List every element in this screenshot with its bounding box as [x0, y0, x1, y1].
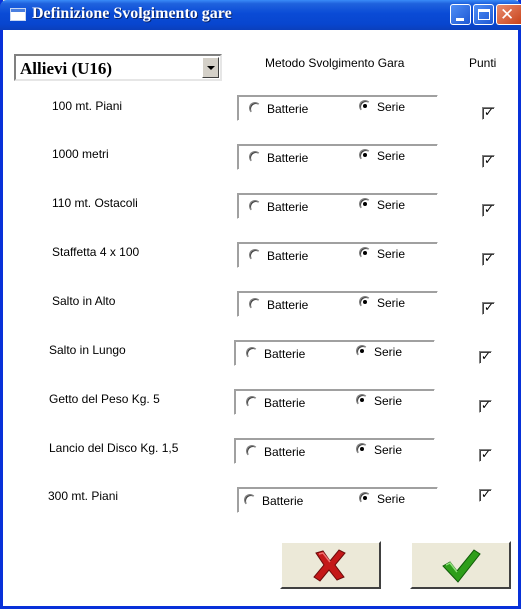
radio-label: Batterie	[267, 151, 309, 165]
radio-circle	[359, 100, 371, 112]
radio-circle	[356, 443, 368, 455]
close-button[interactable]: ✕	[496, 4, 521, 25]
method-radio-group: Batterie Serie	[234, 389, 435, 415]
race-label: 300 mt. Piani	[48, 489, 119, 503]
points-column-header: Punti	[469, 56, 497, 70]
radio-circle	[249, 151, 261, 163]
radio-circle	[249, 102, 261, 114]
radio-label: Serie	[377, 296, 406, 310]
cancel-button[interactable]	[280, 541, 381, 589]
radio-circle	[249, 298, 261, 310]
punti-checkbox[interactable]: ✓	[479, 398, 492, 413]
check-icon: ✓	[481, 447, 492, 461]
close-icon: ✕	[500, 5, 515, 25]
check-icon: ✓	[481, 398, 492, 412]
race-label: Getto del Peso Kg. 5	[49, 392, 160, 406]
punti-checkbox[interactable]: ✓	[482, 300, 495, 315]
check-icon: ✓	[484, 153, 495, 167]
check-icon: ✓	[481, 487, 492, 501]
punti-checkbox[interactable]: ✓	[482, 153, 495, 168]
minimize-button[interactable]	[450, 4, 471, 25]
check-icon: ✓	[481, 349, 492, 363]
radio-circle	[356, 394, 368, 406]
punti-checkbox[interactable]: ✓	[479, 447, 492, 462]
title-bar[interactable]: Definizione Svolgimento gare ✕	[0, 0, 521, 30]
ok-button[interactable]	[410, 541, 511, 589]
radio-circle	[359, 198, 371, 210]
window-icon	[10, 8, 26, 21]
radio-label: Serie	[377, 247, 406, 261]
radio-label: Serie	[377, 198, 406, 212]
category-select[interactable]: Allievi (U16)	[14, 54, 222, 81]
race-label: Staffetta 4 x 100	[52, 245, 140, 259]
radio-circle	[244, 494, 256, 506]
radio-circle	[359, 296, 371, 308]
radio-label: Batterie	[264, 396, 306, 410]
punti-checkbox[interactable]: ✓	[482, 202, 495, 217]
window-title: Definizione Svolgimento gare	[32, 5, 232, 22]
green-check-icon	[442, 549, 481, 583]
method-radio-group: Batterie Serie	[237, 487, 438, 513]
check-icon: ✓	[484, 251, 495, 265]
method-radio-group: Batterie Serie	[237, 193, 438, 219]
maximize-icon	[478, 9, 490, 20]
radio-circle	[246, 445, 258, 457]
race-label: 110 mt. Ostacoli	[52, 196, 138, 210]
radio-label: Serie	[374, 345, 403, 359]
method-radio-group: Batterie Serie	[237, 95, 438, 121]
radio-circle	[359, 492, 371, 504]
radio-label: Serie	[374, 394, 403, 408]
check-icon: ✓	[484, 202, 495, 216]
dropdown-button[interactable]	[202, 57, 219, 78]
radio-circle	[359, 149, 371, 161]
red-x-icon	[313, 549, 346, 582]
radio-circle	[249, 200, 261, 212]
punti-checkbox[interactable]: ✓	[479, 487, 492, 502]
radio-label: Batterie	[264, 347, 306, 361]
method-column-header: Metodo Svolgimento Gara	[265, 56, 405, 70]
radio-label: Serie	[377, 100, 406, 114]
radio-label: Batterie	[267, 102, 309, 116]
method-radio-group: Batterie Serie	[237, 144, 438, 170]
punti-checkbox[interactable]: ✓	[479, 349, 492, 364]
radio-label: Serie	[377, 149, 406, 163]
radio-circle	[356, 345, 368, 357]
radio-label: Batterie	[267, 249, 309, 263]
radio-circle	[246, 396, 258, 408]
radio-circle	[246, 347, 258, 359]
category-select-value: Allievi (U16)	[20, 59, 113, 78]
radio-label: Batterie	[264, 445, 306, 459]
check-icon: ✓	[484, 300, 495, 314]
radio-label: Batterie	[262, 494, 304, 508]
race-label: Lancio del Disco Kg. 1,5	[49, 441, 179, 455]
radio-circle	[359, 247, 371, 259]
method-radio-group: Batterie Serie	[234, 438, 435, 464]
race-label: 1000 metri	[52, 147, 109, 161]
chevron-down-icon	[207, 66, 215, 70]
check-icon: ✓	[484, 105, 495, 119]
radio-circle	[249, 249, 261, 261]
race-label: Salto in Alto	[52, 294, 116, 308]
radio-label: Batterie	[267, 200, 309, 214]
punti-checkbox[interactable]: ✓	[482, 105, 495, 120]
race-label: Salto in Lungo	[49, 343, 126, 357]
maximize-button[interactable]	[473, 4, 494, 25]
method-radio-group: Batterie Serie	[237, 291, 438, 317]
minimize-icon	[456, 18, 464, 21]
radio-label: Serie	[377, 492, 406, 506]
punti-checkbox[interactable]: ✓	[482, 251, 495, 266]
race-label: 100 mt. Piani	[52, 99, 123, 113]
method-radio-group: Batterie Serie	[237, 242, 438, 268]
method-radio-group: Batterie Serie	[234, 340, 435, 366]
radio-label: Batterie	[267, 298, 309, 312]
radio-label: Serie	[374, 443, 403, 457]
